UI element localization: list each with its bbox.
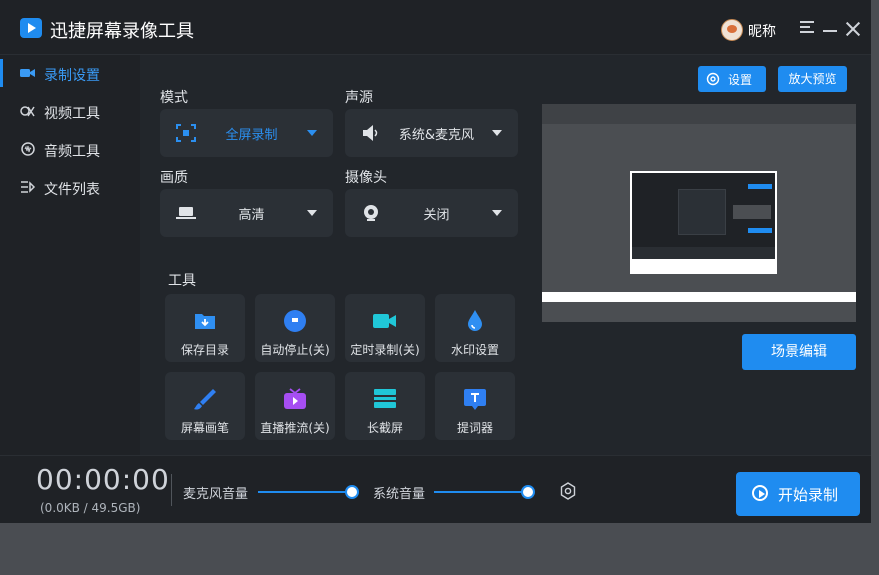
file-list-icon bbox=[21, 181, 36, 193]
tool-label: 长截屏 bbox=[366, 421, 403, 435]
preview-pane bbox=[542, 104, 856, 322]
tool-label: 定时录制(关) bbox=[350, 343, 420, 357]
sidebar-item-audio-tools[interactable]: 音频工具 bbox=[0, 131, 140, 167]
tools-label: 工具 bbox=[168, 273, 196, 289]
audio-settings-gear-icon[interactable] bbox=[559, 482, 577, 500]
folder-icon bbox=[195, 314, 215, 329]
sidebar-item-file-list[interactable]: 文件列表 bbox=[0, 169, 140, 205]
camera-label: 摄像头 bbox=[345, 170, 387, 186]
tool-long-screenshot[interactable]: 长截屏 bbox=[345, 372, 425, 440]
sidebar-item-video-tools[interactable]: 视频工具 bbox=[0, 93, 140, 129]
camera-value: 关闭 bbox=[423, 208, 450, 223]
tool-scheduled-record[interactable]: 定时录制(关) bbox=[345, 294, 425, 362]
audio-source-value: 系统&麦克风 bbox=[398, 128, 475, 143]
settings-button-label: 设置 bbox=[728, 73, 753, 87]
timer-camera-icon bbox=[373, 314, 396, 328]
tool-live-stream[interactable]: 直播推流(关) bbox=[255, 372, 335, 440]
play-circle-icon bbox=[752, 485, 768, 501]
start-record-label: 开始录制 bbox=[778, 486, 839, 504]
app-title: 迅捷屏幕录像工具 bbox=[50, 21, 194, 42]
long-screenshot-icon bbox=[374, 389, 396, 408]
tool-screen-brush[interactable]: 屏幕画笔 bbox=[165, 372, 245, 440]
scene-edit-button[interactable]: 场景编辑 bbox=[742, 334, 856, 370]
zoom-preview-button[interactable]: 放大预览 bbox=[778, 66, 847, 92]
tool-teleprompter[interactable]: 提词器 bbox=[435, 372, 515, 440]
preview-taskbar bbox=[542, 292, 856, 302]
sidebar-item-record-settings[interactable]: 录制设置 bbox=[0, 55, 140, 91]
audio-source-label: 声源 bbox=[345, 90, 373, 106]
video-tools-icon bbox=[20, 106, 35, 117]
tool-label: 自动停止(关) bbox=[260, 343, 330, 357]
tool-label: 保存目录 bbox=[180, 343, 229, 357]
video-camera-icon bbox=[20, 69, 35, 77]
mode-value: 全屏录制 bbox=[225, 128, 278, 143]
brush-icon bbox=[194, 389, 216, 410]
tool-save-directory[interactable]: 保存目录 bbox=[165, 294, 245, 362]
mode-label: 模式 bbox=[160, 90, 188, 106]
tool-label: 水印设置 bbox=[450, 343, 499, 357]
user-avatar[interactable] bbox=[721, 19, 743, 41]
preview-top-strip bbox=[542, 104, 856, 124]
teleprompter-icon bbox=[464, 389, 486, 410]
app-window: 迅捷屏幕录像工具 昵称 录制设置 视频工具 音频工具 文件列表 模式 声源 全屏… bbox=[0, 0, 871, 523]
gear-icon bbox=[706, 72, 720, 86]
mic-volume-label: 麦克风音量 bbox=[183, 487, 249, 502]
tool-auto-stop[interactable]: 自动停止(关) bbox=[255, 294, 335, 362]
record-timer: 00:00:00 bbox=[36, 463, 170, 496]
tool-label: 提词器 bbox=[456, 421, 493, 435]
quality-value: 高清 bbox=[238, 208, 265, 223]
app-logo-icon bbox=[20, 18, 42, 38]
divider bbox=[171, 474, 172, 506]
menu-icon[interactable] bbox=[800, 20, 814, 34]
audio-tools-icon bbox=[21, 142, 35, 156]
user-nickname[interactable]: 昵称 bbox=[748, 21, 776, 41]
mode-select[interactable]: 全屏录制 bbox=[160, 109, 333, 157]
tool-label: 直播推流(关) bbox=[260, 421, 330, 435]
sidebar-item-label: 录制设置 bbox=[44, 68, 100, 84]
sidebar-item-label: 音频工具 bbox=[44, 144, 100, 160]
start-record-button[interactable]: 开始录制 bbox=[736, 472, 860, 516]
quality-select[interactable]: 高清 bbox=[160, 189, 333, 237]
chevron-down-icon bbox=[307, 210, 317, 216]
auto-stop-icon bbox=[284, 310, 306, 332]
laptop-icon bbox=[176, 207, 196, 219]
tool-watermark[interactable]: 水印设置 bbox=[435, 294, 515, 362]
system-volume-thumb[interactable] bbox=[521, 485, 535, 499]
fullscreen-icon bbox=[176, 124, 196, 142]
system-volume-label: 系统音量 bbox=[373, 487, 426, 502]
title-bar: 迅捷屏幕录像工具 昵称 bbox=[0, 0, 871, 55]
sidebar-item-label: 文件列表 bbox=[44, 182, 100, 198]
settings-button[interactable]: 设置 bbox=[698, 66, 766, 92]
watermark-icon bbox=[468, 310, 482, 331]
minimize-icon[interactable] bbox=[823, 30, 837, 32]
webcam-icon bbox=[364, 205, 378, 221]
close-icon[interactable] bbox=[846, 22, 860, 36]
chevron-down-icon bbox=[492, 210, 502, 216]
mic-volume-thumb[interactable] bbox=[345, 485, 359, 499]
chevron-down-icon bbox=[307, 130, 317, 136]
storage-info: (0.0KB / 49.5GB) bbox=[40, 501, 141, 515]
camera-select[interactable]: 关闭 bbox=[345, 189, 518, 237]
tool-label: 屏幕画笔 bbox=[180, 421, 229, 435]
sidebar: 录制设置 视频工具 音频工具 文件列表 bbox=[0, 55, 140, 455]
speaker-icon bbox=[363, 125, 378, 141]
preview-thumbnail bbox=[630, 171, 777, 274]
chevron-down-icon bbox=[492, 130, 502, 136]
audio-source-select[interactable]: 系统&麦克风 bbox=[345, 109, 518, 157]
system-volume-track[interactable] bbox=[434, 491, 528, 493]
mic-volume-track[interactable] bbox=[258, 491, 352, 493]
live-tv-icon bbox=[284, 388, 306, 409]
sidebar-item-label: 视频工具 bbox=[44, 106, 100, 122]
quality-label: 画质 bbox=[160, 170, 188, 186]
bottom-bar: 00:00:00 (0.0KB / 49.5GB) 麦克风音量 系统音量 开始录… bbox=[0, 455, 871, 523]
